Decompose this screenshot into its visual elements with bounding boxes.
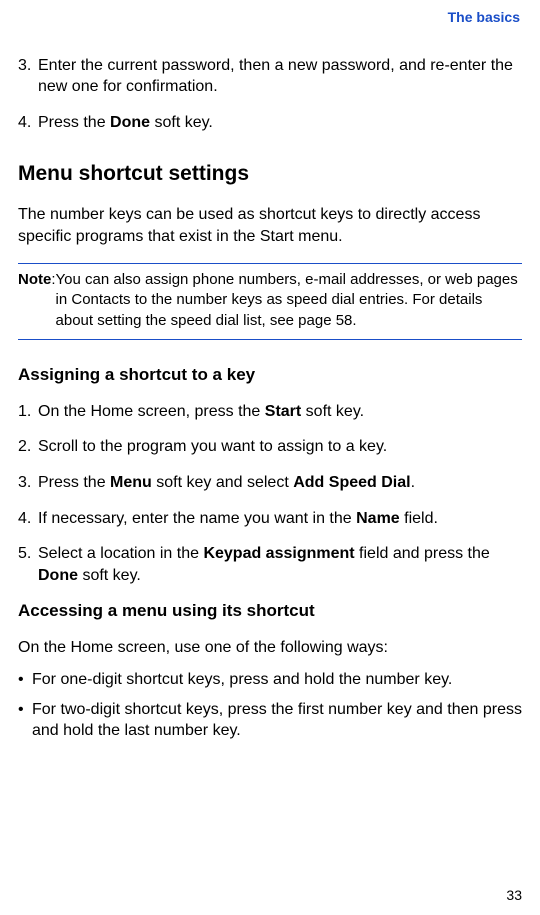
step-item: 3. Press the Menu soft key and select Ad… bbox=[18, 472, 522, 494]
subsection-intro: On the Home screen, use one of the follo… bbox=[18, 637, 522, 659]
step-number: 4. bbox=[18, 112, 38, 134]
step-item: 5. Select a location in the Keypad assig… bbox=[18, 543, 522, 586]
step-text: Press the Done soft key. bbox=[38, 112, 522, 134]
step-number: 3. bbox=[18, 55, 38, 98]
step-item: 3. Enter the current password, then a ne… bbox=[18, 55, 522, 98]
subsection-heading-assigning: Assigning a shortcut to a key bbox=[18, 364, 522, 387]
step-number: 5. bbox=[18, 543, 38, 586]
step-text: Select a location in the Keypad assignme… bbox=[38, 543, 522, 586]
step-text: Scroll to the program you want to assign… bbox=[38, 436, 522, 458]
step-item: 4. If necessary, enter the name you want… bbox=[18, 508, 522, 530]
bullet-icon: • bbox=[18, 699, 32, 742]
breadcrumb: The basics bbox=[18, 8, 520, 27]
step-number: 4. bbox=[18, 508, 38, 530]
step-item: 1. On the Home screen, press the Start s… bbox=[18, 401, 522, 423]
bullet-icon: • bbox=[18, 669, 32, 691]
section-heading-menu-shortcut: Menu shortcut settings bbox=[18, 160, 522, 188]
list-item: • For one-digit shortcut keys, press and… bbox=[18, 669, 522, 691]
note-label: Note bbox=[18, 271, 51, 288]
step-text: On the Home screen, press the Start soft… bbox=[38, 401, 522, 423]
step-text: Press the Menu soft key and select Add S… bbox=[38, 472, 522, 494]
step-number: 1. bbox=[18, 401, 38, 423]
page-number: 33 bbox=[506, 886, 522, 905]
subsection-heading-accessing: Accessing a menu using its shortcut bbox=[18, 600, 522, 623]
note-box: Note: You can also assign phone numbers,… bbox=[18, 263, 522, 340]
list-item-text: For one-digit shortcut keys, press and h… bbox=[32, 669, 452, 691]
step-text: Enter the current password, then a new p… bbox=[38, 55, 522, 98]
section-intro: The number keys can be used as shortcut … bbox=[18, 204, 522, 247]
step-item: 2. Scroll to the program you want to ass… bbox=[18, 436, 522, 458]
list-item: • For two-digit shortcut keys, press the… bbox=[18, 699, 522, 742]
step-item: 4. Press the Done soft key. bbox=[18, 112, 522, 134]
step-number: 2. bbox=[18, 436, 38, 458]
list-item-text: For two-digit shortcut keys, press the f… bbox=[32, 699, 522, 742]
step-text: If necessary, enter the name you want in… bbox=[38, 508, 522, 530]
step-number: 3. bbox=[18, 472, 38, 494]
note-body: You can also assign phone numbers, e-mai… bbox=[56, 270, 522, 331]
